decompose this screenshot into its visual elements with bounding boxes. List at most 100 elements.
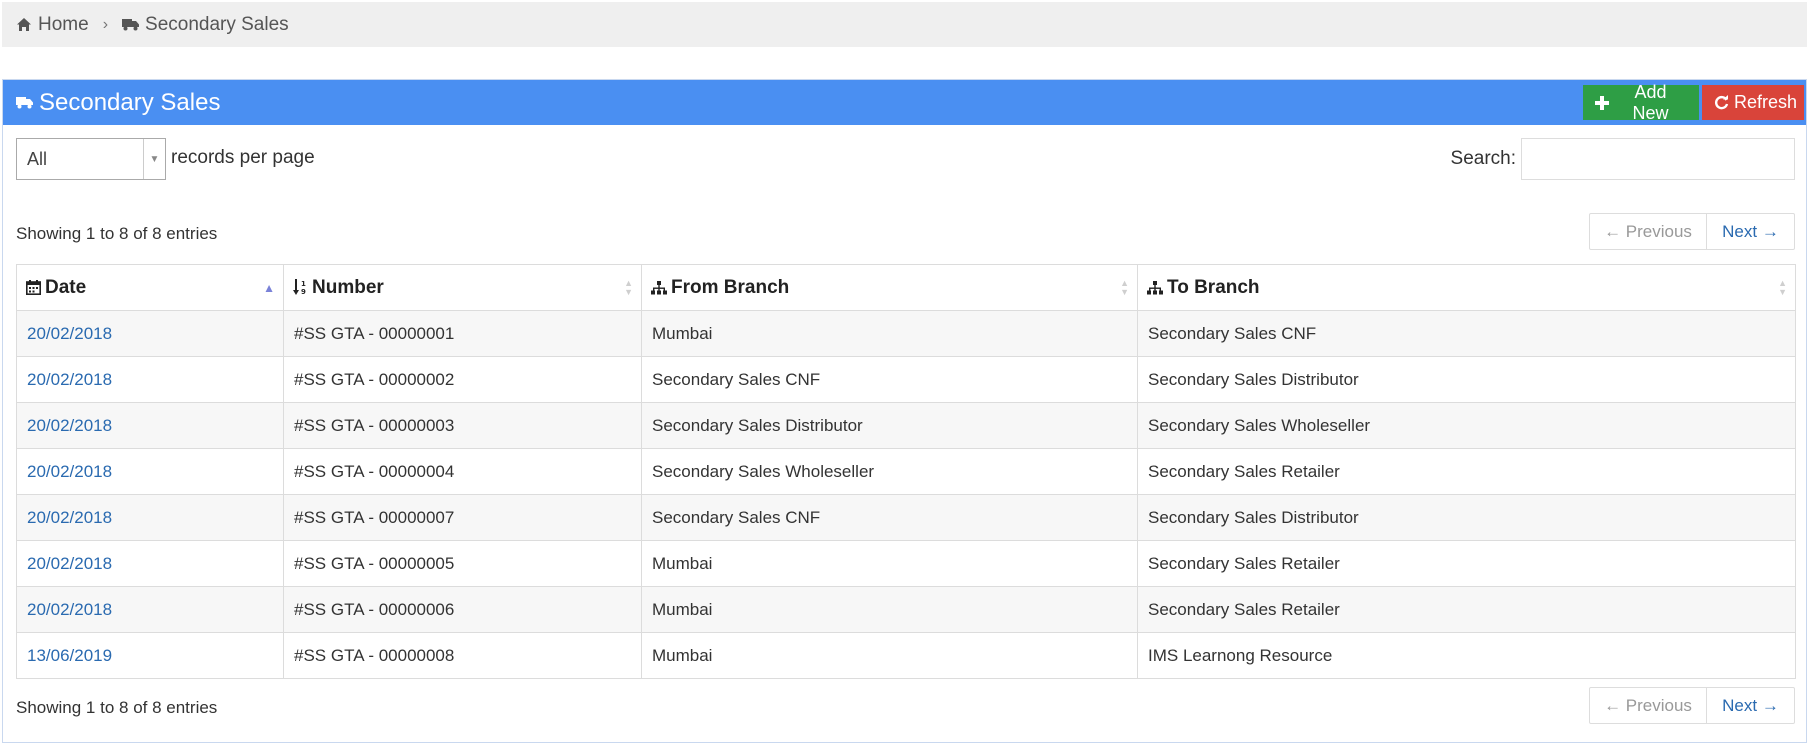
date-link[interactable]: 20/02/2018 — [27, 554, 112, 573]
date-cell[interactable]: 13/06/2019 — [16, 632, 284, 679]
breadcrumb-home-label: Home — [38, 13, 89, 35]
table-info-bottom: Showing 1 to 8 of 8 entries ← Previous N… — [16, 687, 1795, 724]
truck-icon — [122, 18, 140, 31]
pagination-bottom: ← Previous Next → — [1589, 687, 1795, 724]
number-cell: #SS GTA - 00000005 — [283, 540, 642, 587]
from-branch-cell: Secondary Sales Wholeseller — [641, 448, 1138, 495]
refresh-icon — [1714, 95, 1729, 110]
date-link[interactable]: 20/02/2018 — [27, 508, 112, 527]
to-branch-cell: Secondary Sales Retailer — [1137, 448, 1796, 495]
column-header-date[interactable]: Date ▲ — [16, 264, 284, 311]
date-cell[interactable]: 20/02/2018 — [16, 402, 284, 449]
records-per-page-select[interactable]: All ▼ — [16, 138, 166, 180]
breadcrumb: Home › Secondary Sales — [2, 2, 1807, 47]
panel-actions: Add New Refresh — [1583, 82, 1806, 123]
sitemap-icon — [1147, 280, 1163, 295]
sort-ascending-icon: ▲ — [263, 280, 275, 295]
table-row: 20/02/2018 #SS GTA - 00000007 Secondary … — [16, 494, 1796, 541]
number-cell: #SS GTA - 00000007 — [283, 494, 642, 541]
next-button-top[interactable]: Next → — [1707, 214, 1794, 249]
table-controls: All ▼ records per page Search: — [16, 138, 1795, 182]
refresh-label: Refresh — [1734, 92, 1798, 112]
date-cell[interactable]: 20/02/2018 — [16, 310, 284, 357]
previous-button-top[interactable]: ← Previous — [1590, 214, 1707, 249]
date-link[interactable]: 20/02/2018 — [27, 370, 112, 389]
panel-heading: Secondary Sales Add New Refresh — [3, 80, 1806, 125]
sort-both-icon: ▲ ▼ — [1120, 277, 1129, 297]
breadcrumb-separator: › — [102, 15, 109, 33]
table-row: 20/02/2018 #SS GTA - 00000004 Secondary … — [16, 448, 1796, 495]
refresh-button[interactable]: Refresh — [1702, 85, 1804, 120]
number-cell: #SS GTA - 00000008 — [283, 632, 642, 679]
date-link[interactable]: 20/02/2018 — [27, 462, 112, 481]
from-branch-cell: Mumbai — [641, 310, 1138, 357]
sitemap-icon — [651, 280, 667, 295]
column-header-from-branch[interactable]: From Branch ▲ ▼ — [641, 264, 1138, 311]
sales-table: Date ▲ 19 Number ▲ ▼ From Branch ▲ ▼ To … — [16, 264, 1796, 679]
number-cell: #SS GTA - 00000002 — [283, 356, 642, 403]
records-per-page-value: All — [27, 148, 48, 169]
column-header-number[interactable]: 19 Number ▲ ▼ — [283, 264, 642, 311]
breadcrumb-current: Secondary Sales — [122, 14, 289, 36]
table-row: 20/02/2018 #SS GTA - 00000006 Mumbai Sec… — [16, 586, 1796, 633]
number-cell: #SS GTA - 00000001 — [283, 310, 642, 357]
records-per-page-label: records per page — [171, 147, 315, 168]
secondary-sales-panel: Secondary Sales Add New Refresh All ▼ re… — [2, 79, 1807, 743]
table-row: 20/02/2018 #SS GTA - 00000005 Mumbai Sec… — [16, 540, 1796, 587]
date-link[interactable]: 20/02/2018 — [27, 416, 112, 435]
date-cell[interactable]: 20/02/2018 — [16, 586, 284, 633]
panel-title-text: Secondary Sales — [39, 88, 221, 116]
entries-info-top: Showing 1 to 8 of 8 entries — [16, 223, 218, 243]
truck-icon — [16, 96, 33, 109]
date-link[interactable]: 20/02/2018 — [27, 324, 112, 343]
to-branch-cell: Secondary Sales Distributor — [1137, 494, 1796, 541]
table-info-top: Showing 1 to 8 of 8 entries ← Previous N… — [16, 213, 1795, 250]
table-row: 20/02/2018 #SS GTA - 00000002 Secondary … — [16, 356, 1796, 403]
calendar-icon — [26, 280, 41, 295]
sales-table-wrapper: Date ▲ 19 Number ▲ ▼ From Branch ▲ ▼ To … — [16, 264, 1796, 679]
breadcrumb-home[interactable]: Home — [16, 14, 89, 36]
to-branch-cell: Secondary Sales Distributor — [1137, 356, 1796, 403]
number-cell: #SS GTA - 00000004 — [283, 448, 642, 495]
to-branch-cell: Secondary Sales Retailer — [1137, 586, 1796, 633]
from-branch-cell: Secondary Sales CNF — [641, 494, 1138, 541]
column-label-number: Number — [312, 276, 384, 298]
table-row: 13/06/2019 #SS GTA - 00000008 Mumbai IMS… — [16, 632, 1796, 679]
table-row: 20/02/2018 #SS GTA - 00000003 Secondary … — [16, 402, 1796, 449]
date-cell[interactable]: 20/02/2018 — [16, 448, 284, 495]
entries-info-bottom: Showing 1 to 8 of 8 entries — [16, 697, 218, 717]
add-new-button[interactable]: Add New — [1583, 82, 1699, 123]
from-branch-cell: Secondary Sales CNF — [641, 356, 1138, 403]
from-branch-cell: Mumbai — [641, 540, 1138, 587]
to-branch-cell: Secondary Sales CNF — [1137, 310, 1796, 357]
plus-icon — [1595, 95, 1609, 110]
next-button-bottom[interactable]: Next → — [1707, 688, 1794, 723]
number-cell: #SS GTA - 00000006 — [283, 586, 642, 633]
column-label-date: Date — [45, 276, 87, 298]
sort-numeric-icon: 19 — [293, 279, 308, 296]
date-cell[interactable]: 20/02/2018 — [16, 540, 284, 587]
previous-button-bottom[interactable]: ← Previous — [1590, 688, 1707, 723]
to-branch-cell: Secondary Sales Retailer — [1137, 540, 1796, 587]
from-branch-cell: Secondary Sales Distributor — [641, 402, 1138, 449]
column-label-to-branch: To Branch — [1167, 276, 1260, 298]
to-branch-cell: Secondary Sales Wholeseller — [1137, 402, 1796, 449]
search-label: Search: — [1450, 148, 1516, 169]
breadcrumb-current-label: Secondary Sales — [145, 13, 289, 35]
date-cell[interactable]: 20/02/2018 — [16, 494, 284, 541]
panel-title: Secondary Sales — [16, 89, 220, 117]
date-link[interactable]: 20/02/2018 — [27, 600, 112, 619]
table-header-row: Date ▲ 19 Number ▲ ▼ From Branch ▲ ▼ To … — [16, 264, 1796, 311]
from-branch-cell: Mumbai — [641, 586, 1138, 633]
date-link[interactable]: 13/06/2019 — [27, 646, 112, 665]
svg-text:9: 9 — [301, 288, 306, 296]
chevron-down-icon: ▼ — [143, 139, 165, 179]
date-cell[interactable]: 20/02/2018 — [16, 356, 284, 403]
home-icon — [16, 17, 32, 32]
number-cell: #SS GTA - 00000003 — [283, 402, 642, 449]
add-new-label: Add New — [1632, 81, 1669, 123]
search-input[interactable] — [1521, 138, 1795, 180]
column-header-to-branch[interactable]: To Branch ▲ ▼ — [1137, 264, 1796, 311]
to-branch-cell: IMS Learnong Resource — [1137, 632, 1796, 679]
sort-both-icon: ▲ ▼ — [624, 277, 633, 297]
